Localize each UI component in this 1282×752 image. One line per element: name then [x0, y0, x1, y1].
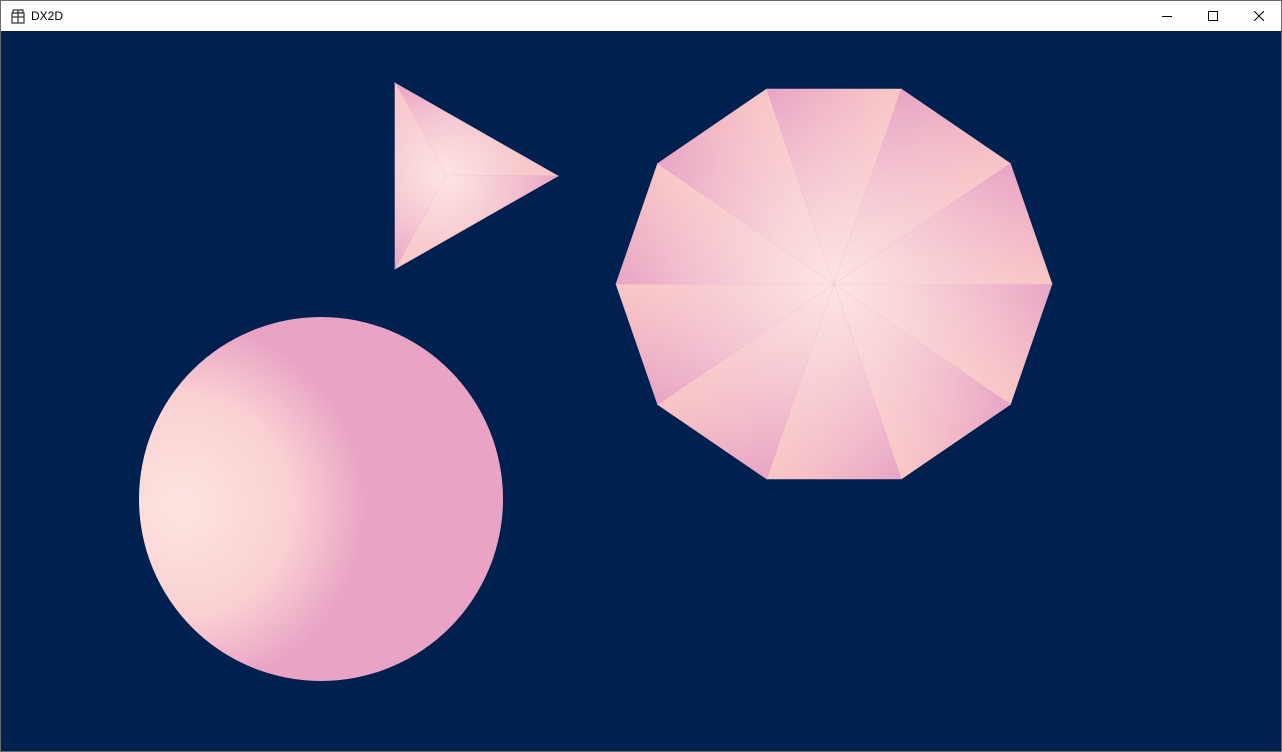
circle-shape: [139, 317, 503, 681]
app-icon: [11, 9, 25, 24]
maximize-button[interactable]: [1190, 1, 1236, 31]
close-icon: [1254, 11, 1264, 21]
decagon-shape: [615, 88, 1053, 480]
minimize-icon: [1162, 16, 1172, 17]
window-title: DX2D: [31, 9, 64, 23]
minimize-button[interactable]: [1144, 1, 1190, 31]
render-area: [1, 31, 1281, 751]
title-bar[interactable]: DX2D: [1, 1, 1281, 31]
maximize-icon: [1208, 11, 1218, 21]
scene-canvas: [1, 31, 1281, 751]
close-button[interactable]: [1236, 1, 1281, 31]
app-window: DX2D: [0, 0, 1282, 752]
